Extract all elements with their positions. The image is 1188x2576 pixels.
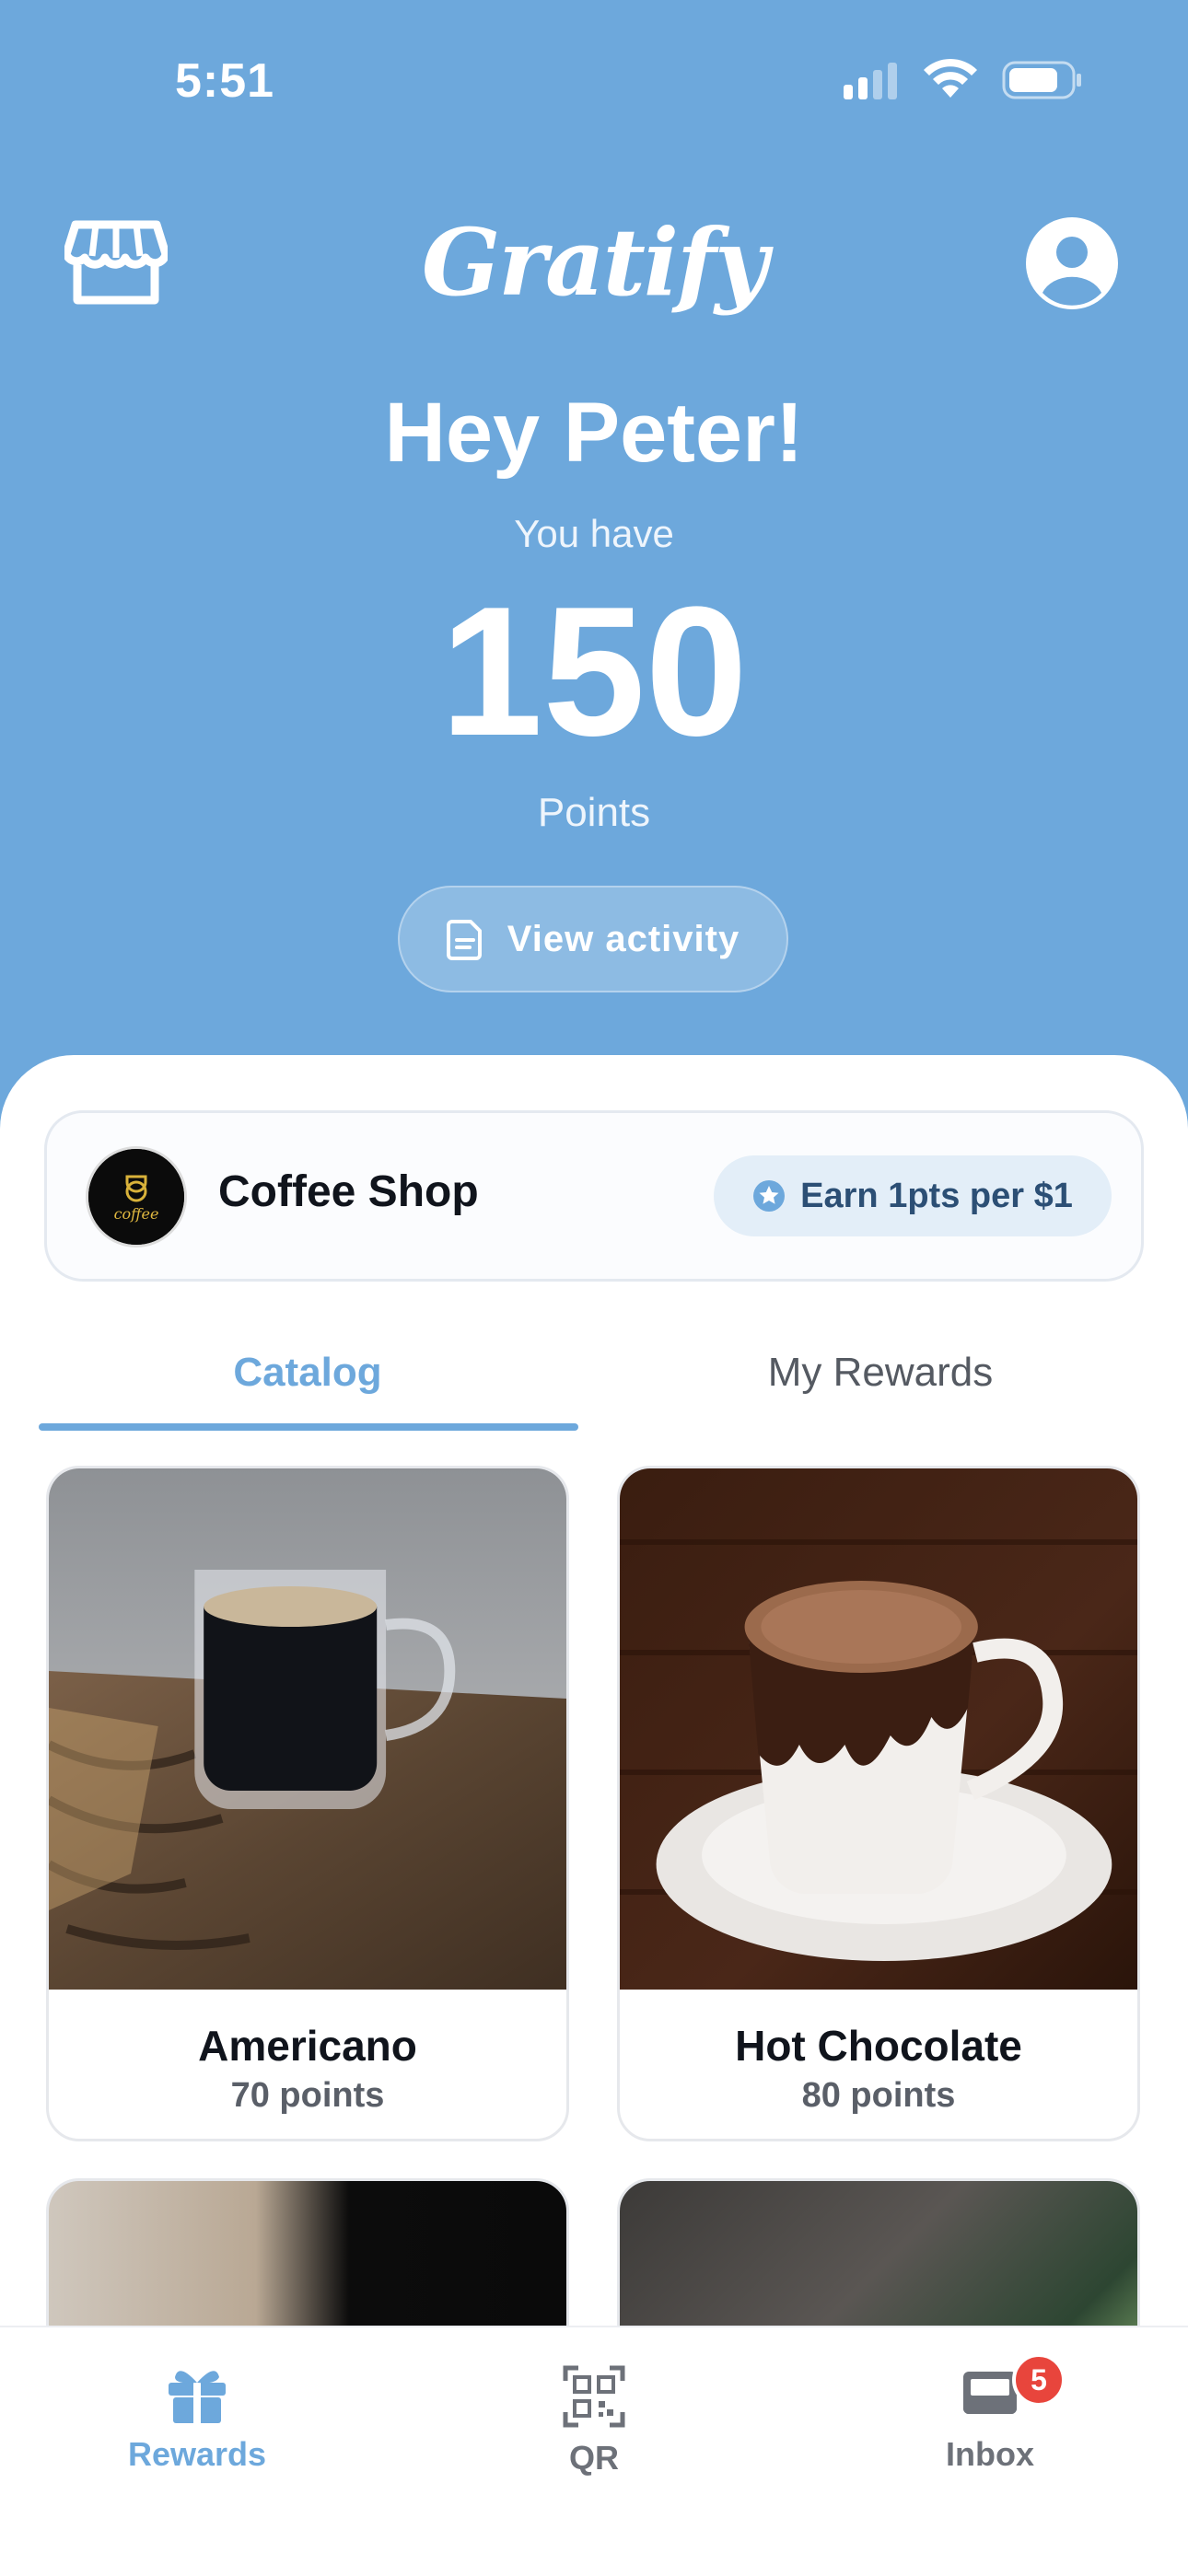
- catalog-item-hot-chocolate[interactable]: Hot Chocolate 80 points: [617, 1466, 1140, 2141]
- item-title: Hot Chocolate: [735, 2022, 1022, 2070]
- document-icon: [446, 920, 482, 960]
- catalog-item-americano[interactable]: Americano 70 points: [46, 1466, 569, 2141]
- nav-label: Rewards: [127, 2435, 267, 2473]
- battery-icon: [1002, 61, 1081, 99]
- americano-image: [49, 1468, 566, 1990]
- item-points: 80 points: [801, 2076, 956, 2115]
- nav-label: Inbox: [946, 2435, 1034, 2473]
- nav-inbox[interactable]: 5 Inbox: [852, 2353, 1128, 2474]
- tab-catalog[interactable]: Catalog: [22, 1350, 593, 1396]
- shop-name: Coffee Shop: [218, 1167, 479, 1216]
- shop-card[interactable]: coffee Coffee Shop Earn 1pts per $1: [44, 1110, 1144, 1282]
- profile-icon[interactable]: [1024, 215, 1120, 311]
- svg-text:coffee: coffee: [114, 1205, 159, 1223]
- hot-chocolate-image: [620, 1468, 1137, 1990]
- signal-icon: [844, 63, 897, 99]
- nav-qr[interactable]: QR: [456, 2364, 732, 2477]
- shop-avatar: coffee: [86, 1146, 187, 1247]
- gift-icon: [169, 2371, 226, 2423]
- view-activity-button[interactable]: View activity: [398, 886, 788, 992]
- app-logo: Gratify: [421, 208, 768, 317]
- bottom-nav: Rewards QR 5 Inbox: [0, 2326, 1188, 2576]
- status-icons: [844, 58, 1081, 99]
- you-have-label: You have: [514, 512, 674, 555]
- tab-my-rewards[interactable]: My Rewards: [595, 1350, 1166, 1396]
- item-title: Americano: [198, 2022, 417, 2070]
- nav-label: QR: [569, 2439, 619, 2477]
- earn-rate-badge: Earn 1pts per $1: [714, 1155, 1112, 1236]
- inbox-badge: 5: [1012, 2353, 1066, 2407]
- status-time: 5:51: [175, 54, 275, 108]
- star-badge-icon: [753, 1180, 786, 1212]
- item-points: 70 points: [230, 2076, 385, 2115]
- active-tab-indicator: [39, 1423, 578, 1431]
- wifi-icon: [924, 58, 977, 98]
- view-activity-label: View activity: [507, 918, 740, 959]
- qr-code-icon: [563, 2365, 625, 2428]
- earn-rate-label: Earn 1pts per $1: [800, 1176, 1073, 1215]
- coffee-logo-icon: coffee: [88, 1149, 184, 1245]
- points-label: Points: [537, 790, 651, 835]
- points-balance: 150: [440, 569, 748, 774]
- greeting-heading: Hey Peter!: [384, 386, 804, 480]
- nav-rewards[interactable]: Rewards: [59, 2364, 335, 2474]
